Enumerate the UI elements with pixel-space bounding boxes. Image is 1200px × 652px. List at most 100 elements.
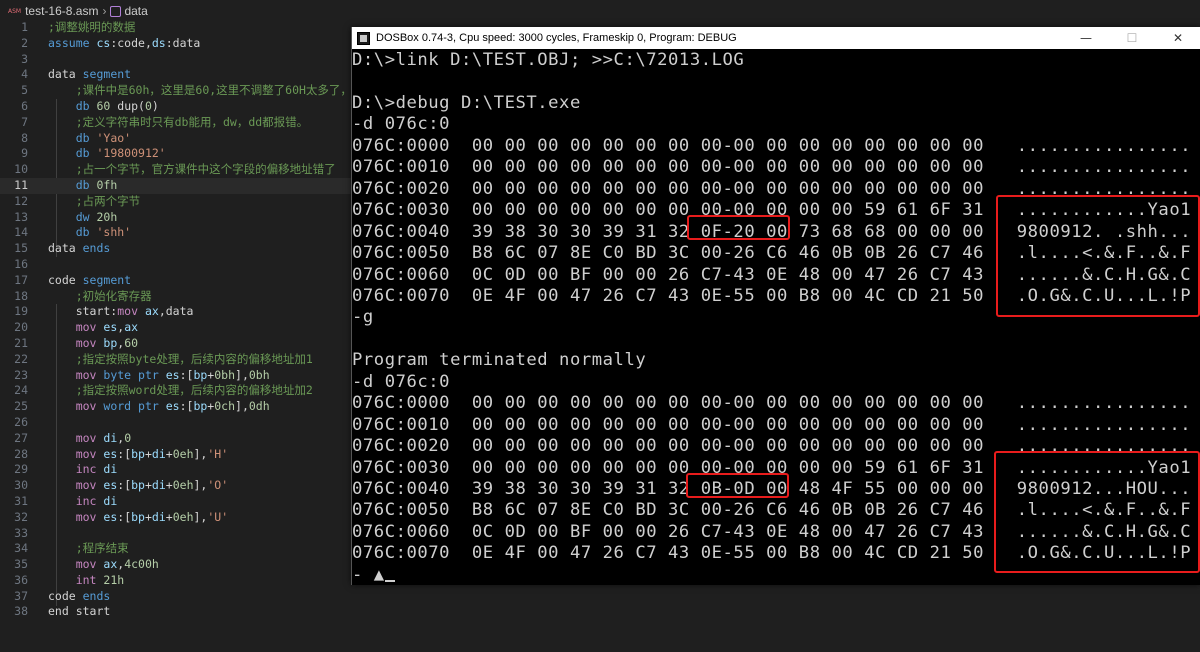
code-line[interactable]: 10 ;占一个字节，官方课件中这个字段的偏移地址错了 (0, 162, 352, 178)
terminal-line: - ▲ (352, 565, 395, 586)
code-line[interactable]: 34 ;程序结束 (0, 541, 352, 557)
code-line[interactable]: 28 mov es:[bp+di+0eh],'H' (0, 447, 352, 463)
code-line[interactable]: 27 mov di,0 (0, 431, 352, 447)
line-number: 21 (14, 335, 28, 350)
code-line[interactable]: 20 mov es,ax (0, 320, 352, 336)
code-line[interactable]: 19 start:mov ax,data (0, 304, 352, 320)
code-line[interactable]: 5 ;课件中是60h，这里是60,这里不调整了60H太多了， (0, 83, 352, 99)
code-token: 0 (144, 98, 152, 113)
code-token: code (48, 588, 83, 603)
code-token: ;课件中是60h，这里是60,这里不调整了60H太多了， (75, 83, 352, 98)
code-token: 0eh (172, 478, 194, 493)
code-line[interactable]: 14 db 'shh' (0, 225, 352, 241)
code-line[interactable]: 24 ;指定按照word处理，后续内容的偏移地址加2 (0, 383, 352, 399)
code-line[interactable]: 17 code segment (0, 273, 352, 289)
code-token: :data (165, 35, 201, 50)
line-number: 18 (14, 288, 28, 303)
code-line[interactable]: 15 data ends (0, 241, 352, 257)
minimize-button[interactable]: — (1063, 27, 1109, 49)
code-line[interactable]: 35 mov ax,4c00h (0, 557, 352, 573)
code-line[interactable]: 29 inc di (0, 462, 352, 478)
line-number: 15 (14, 241, 28, 256)
code-token: '19800912' (96, 146, 166, 161)
dos-terminal-screen[interactable]: - ▲ 076C:0070 0E 4F 00 47 26 C7 43 0E-55 … (352, 49, 1200, 585)
dosbox-window[interactable]: DOSBox 0.74-3, Cpu speed: 3000 cycles, F… (351, 27, 1200, 585)
code-line[interactable]: 2 assume cs:code,ds:data (0, 36, 352, 52)
dosbox-titlebar[interactable]: DOSBox 0.74-3, Cpu speed: 3000 cycles, F… (352, 27, 1200, 49)
breadcrumb-file[interactable]: test-16-8.asm (25, 4, 98, 18)
code-line[interactable]: 31 inc di (0, 494, 352, 510)
code-token: di (151, 509, 166, 524)
code-token: 0 (124, 430, 132, 445)
code-line[interactable]: 6 db 60 dup(0) (0, 99, 352, 115)
code-line[interactable]: 25 mov word ptr es:[bp+0ch],0dh (0, 399, 352, 415)
code-token: di (103, 462, 118, 477)
line-number: 7 (21, 114, 28, 129)
code-line[interactable]: 12 ;占两个字节 (0, 194, 352, 210)
terminal-line: 076C:0000 00 00 00 00 00 00 00 00-00 00 … (352, 135, 1192, 156)
code-line[interactable]: 36 int 21h (0, 573, 352, 589)
terminal-line: -g (352, 307, 374, 328)
code-token: mov (75, 367, 104, 382)
code-line[interactable]: 37 code ends (0, 589, 352, 605)
line-number: 35 (14, 557, 28, 572)
code-line[interactable]: 22 ;指定按照byte处理，后续内容的偏移地址加1 (0, 352, 352, 368)
code-token: cs (96, 35, 111, 50)
code-lines[interactable]: 1 ;调整姚明的数据 2 assume cs:code,ds:data 3 4 data s… (0, 20, 352, 620)
line-number: 17 (14, 272, 28, 287)
line-number: 34 (14, 541, 28, 556)
code-token: ], (235, 399, 249, 414)
code-token: bp (131, 446, 145, 461)
code-token: 0dh (248, 399, 270, 414)
code-line[interactable]: 1 ;调整姚明的数据 (0, 20, 352, 36)
breadcrumb-symbol[interactable]: data (124, 4, 147, 18)
code-line[interactable]: 38 end start (0, 604, 352, 620)
code-token: di (151, 446, 166, 461)
code-token: ax (103, 557, 118, 572)
code-line[interactable]: 4 data segment (0, 67, 352, 83)
code-token: data (48, 67, 83, 82)
code-token: ;占两个字节 (75, 193, 141, 208)
code-token: bp (193, 399, 208, 414)
line-number: 2 (21, 35, 28, 50)
code-line[interactable]: 18 ;初始化寄存器 (0, 289, 352, 305)
line-number: 3 (21, 51, 28, 66)
code-line[interactable]: 7 ;定义字符串时只有db能用，dw，dd都报错。 (0, 115, 352, 131)
code-line[interactable]: 33 (0, 526, 352, 542)
code-line[interactable]: 3 (0, 52, 352, 68)
code-line[interactable]: 8 db 'Yao' (0, 131, 352, 147)
code-token: es (165, 367, 180, 382)
code-token: ], (193, 478, 208, 493)
highlight-box-after-ascii (994, 451, 1200, 573)
code-line[interactable]: 13 dw 20h (0, 210, 352, 226)
code-line[interactable]: 32 mov es:[bp+di+0eh],'U' (0, 510, 352, 526)
code-token: es (165, 399, 180, 414)
maximize-button[interactable]: ☐ (1109, 27, 1155, 49)
chevron-right-icon: › (102, 4, 107, 18)
code-token: di (103, 430, 118, 445)
code-line[interactable]: 23 mov byte ptr es:[bp+0bh],0bh (0, 368, 352, 384)
code-line[interactable]: 30 mov es:[bp+di+0eh],'O' (0, 478, 352, 494)
symbol-variable-icon (110, 5, 122, 17)
code-line[interactable]: 9 db '19800912' (0, 146, 352, 162)
code-line[interactable]: 11 db 0fh (0, 177, 352, 194)
code-line[interactable]: 26 (0, 415, 352, 431)
line-number: 38 (14, 604, 28, 619)
code-token: mov (117, 304, 145, 319)
code-token: + (144, 478, 152, 493)
code-token: inc (75, 493, 104, 508)
code-token: ], (235, 367, 249, 382)
code-token: + (144, 446, 152, 461)
close-button[interactable]: ✕ (1155, 27, 1200, 49)
terminal-line: 076C:0000 00 00 00 00 00 00 00 00-00 00 … (352, 393, 1192, 414)
line-number: 10 (14, 162, 28, 177)
line-number: 12 (14, 193, 28, 208)
code-token: ;调整姚明的数据 (48, 20, 136, 34)
code-line[interactable]: 21 mov bp,60 (0, 336, 352, 352)
code-line[interactable]: 16 (0, 257, 352, 273)
